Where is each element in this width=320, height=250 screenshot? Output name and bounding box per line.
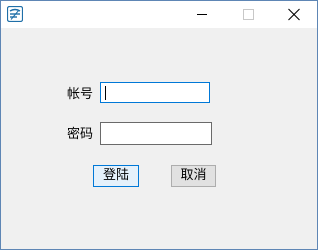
- cancel-button-label: 取消: [180, 168, 207, 183]
- cancel-button[interactable]: 取消: [171, 165, 216, 187]
- close-button[interactable]: [271, 1, 317, 28]
- login-window: 帐号 密码 登陆 取消: [0, 0, 318, 250]
- app-logo-icon: [6, 5, 24, 23]
- maximize-button[interactable]: [225, 1, 271, 28]
- close-icon: [288, 8, 300, 21]
- minimize-button[interactable]: [179, 1, 225, 28]
- account-label: 帐号: [67, 87, 94, 102]
- login-button[interactable]: 登陆: [93, 165, 139, 187]
- login-button-label: 登陆: [102, 168, 129, 183]
- password-label: 密码: [67, 127, 94, 142]
- text-caret: [105, 86, 106, 100]
- account-input[interactable]: [100, 82, 210, 103]
- password-input[interactable]: [100, 122, 212, 145]
- title-bar[interactable]: [1, 1, 317, 28]
- maximize-icon: [243, 9, 254, 20]
